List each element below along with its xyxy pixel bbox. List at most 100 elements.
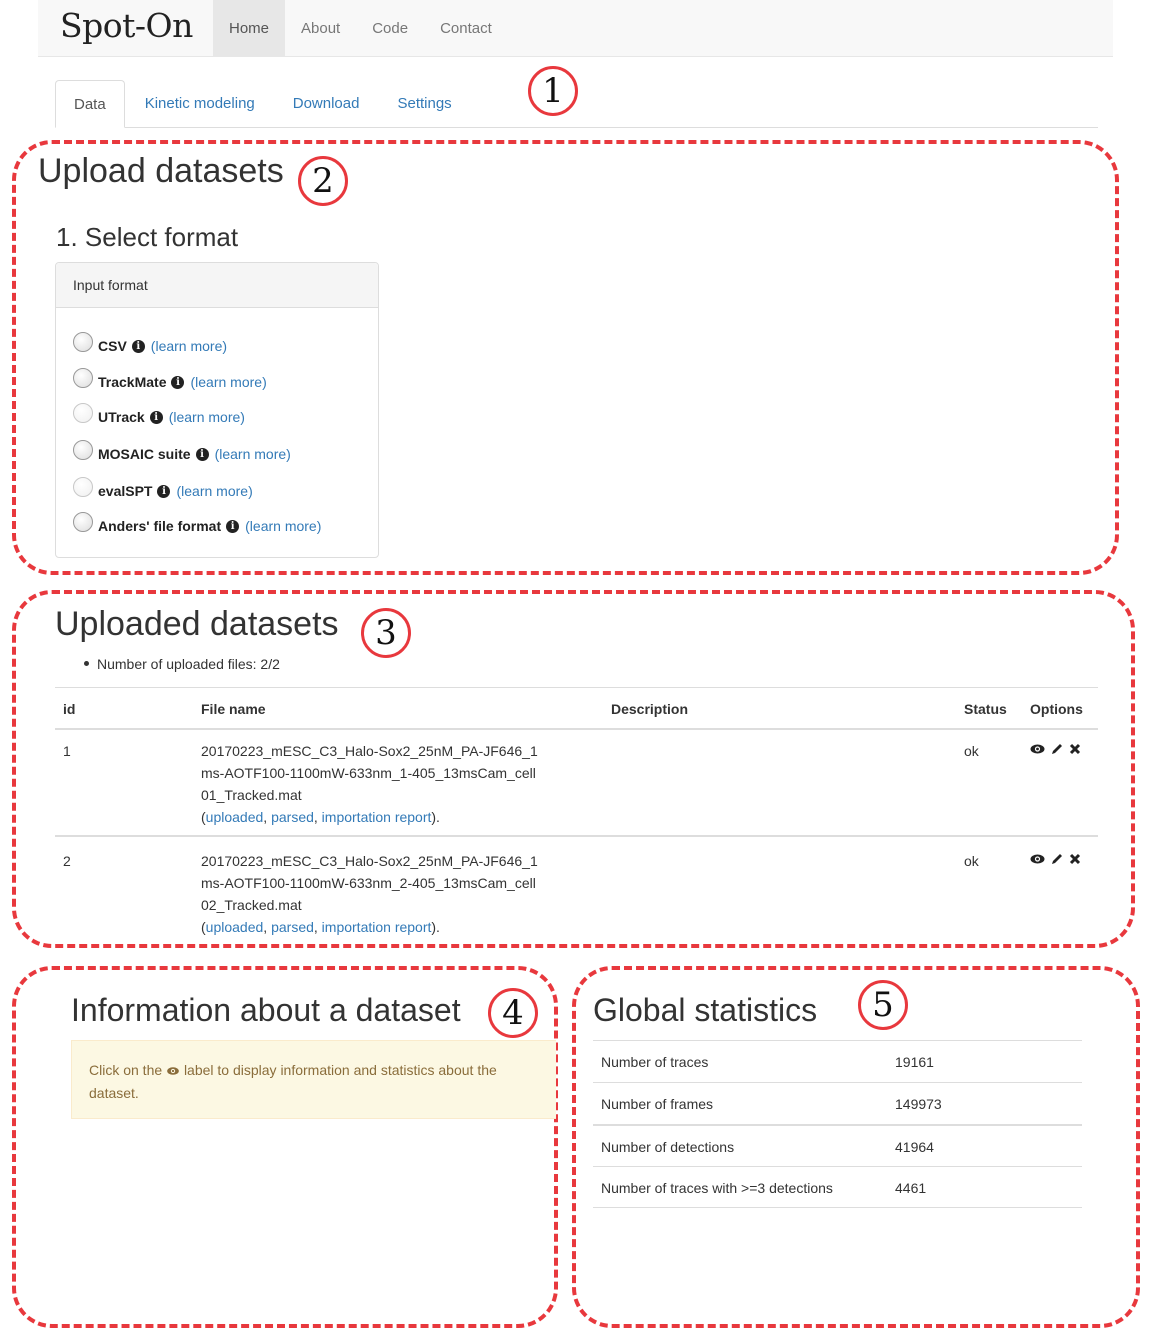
stat-label: Number of frames (601, 1096, 714, 1112)
info-title: Information about a dataset (71, 992, 461, 1028)
pencil-icon[interactable] (1050, 852, 1064, 866)
brand-logo[interactable]: Spot-On (60, 6, 193, 45)
pencil-icon[interactable] (1050, 742, 1064, 756)
paren: ). (431, 919, 440, 935)
sep: , (263, 919, 272, 935)
nav-menu: Home About Code Contact (213, 0, 508, 57)
info-circle-icon: i (149, 410, 163, 424)
sep: , (313, 809, 322, 825)
panel-heading: Input format (56, 263, 378, 308)
learn-more-link[interactable]: (learn more) (190, 374, 266, 390)
learn-more-link[interactable]: (learn more) (151, 338, 227, 354)
importation-report-link[interactable]: importation report (322, 809, 432, 825)
info-circle-icon: i (171, 375, 185, 389)
radio-mosaic[interactable] (73, 440, 93, 460)
col-header-file-name: File name (201, 701, 266, 717)
global-stats-title: Global statistics (593, 992, 818, 1028)
select-format-title: 1. Select format (56, 222, 239, 252)
radio-evalspt[interactable] (73, 477, 93, 497)
info-alert: Click on the label to display informatio… (71, 1040, 556, 1119)
learn-more-link[interactable]: (learn more) (176, 483, 252, 499)
row-1-options (1030, 742, 1081, 756)
bullet-icon (84, 660, 89, 666)
row-1-file-name: 20170223_mESC_C3_Halo-Sox2_25nM_PA-JF646… (201, 740, 541, 828)
col-header-id: id (63, 701, 76, 717)
row-2-status: ok (964, 853, 979, 869)
format-label: MOSAIC suite (98, 446, 191, 462)
annotation-badge-3: 3 (361, 608, 411, 658)
info-circle-icon: i (195, 447, 209, 461)
annotation-badge-1: 1 (528, 66, 578, 116)
radio-anders[interactable] (73, 512, 93, 532)
row-2-id: 2 (63, 853, 71, 869)
annotation-badge-4: 4 (488, 988, 538, 1038)
info-circle-icon: i (226, 519, 240, 533)
stat-label: Number of detections (601, 1139, 735, 1155)
col-header-status: Status (964, 701, 1007, 717)
uploaded-count-text: Number of uploaded files: 2/2 (97, 656, 280, 672)
row-1-id: 1 (63, 743, 71, 759)
stat-label: Number of traces (601, 1054, 709, 1070)
input-format-panel: Input format CSV i (learn more) TrackMat… (55, 262, 379, 558)
format-option-anders[interactable]: Anders' file format i (learn more) (73, 512, 321, 539)
row-2-options (1030, 852, 1081, 866)
table-header-rule (55, 728, 1098, 730)
stat-value: 19161 (895, 1054, 934, 1070)
format-option-evalspt[interactable]: evalSPT i (learn more) (73, 477, 253, 504)
file-name-text: 20170223_mESC_C3_Halo-Sox2_25nM_PA-JF646… (201, 853, 538, 913)
parsed-link[interactable]: parsed (271, 919, 314, 935)
tab-settings[interactable]: Settings (379, 80, 469, 127)
remove-icon[interactable] (1069, 743, 1081, 755)
format-label: CSV (98, 338, 127, 354)
tab-download[interactable]: Download (275, 80, 378, 127)
row-2-file-name: 20170223_mESC_C3_Halo-Sox2_25nM_PA-JF646… (201, 850, 541, 938)
parsed-link[interactable]: parsed (271, 809, 314, 825)
format-label: UTrack (98, 409, 145, 425)
row-1-status: ok (964, 743, 979, 759)
radio-trackmate[interactable] (73, 368, 93, 388)
format-option-csv[interactable]: CSV i (learn more) (73, 332, 227, 359)
eye-icon[interactable] (1030, 853, 1045, 865)
nav-item-home[interactable]: Home (213, 0, 286, 57)
nav-item-about[interactable]: About (285, 0, 356, 57)
table-row: Number of frames 149973 (593, 1082, 1082, 1124)
format-option-utrack[interactable]: UTrack i (learn more) (73, 403, 245, 430)
learn-more-link[interactable]: (learn more) (169, 409, 245, 425)
tab-data[interactable]: Data (55, 80, 125, 128)
brand-text: Spot-On (60, 6, 193, 45)
format-option-trackmate[interactable]: TrackMate i (learn more) (73, 368, 267, 395)
top-navbar: Spot-On Home About Code Contact (38, 0, 1113, 57)
radio-utrack[interactable] (73, 403, 93, 423)
radio-csv[interactable] (73, 332, 93, 352)
importation-report-link[interactable]: importation report (322, 919, 432, 935)
stat-value: 4461 (895, 1180, 927, 1196)
table-row: Number of traces with >=3 detections 446… (593, 1166, 1082, 1208)
nav-item-contact[interactable]: Contact (424, 0, 508, 57)
format-option-mosaic[interactable]: MOSAIC suite i (learn more) (73, 440, 291, 467)
learn-more-link[interactable]: (learn more) (215, 446, 291, 462)
alert-text-before: Click on the (89, 1062, 163, 1078)
col-header-options: Options (1030, 701, 1083, 717)
annotation-badge-5: 5 (858, 980, 908, 1030)
file-name-text: 20170223_mESC_C3_Halo-Sox2_25nM_PA-JF646… (201, 743, 538, 803)
uploaded-title: Uploaded datasets (55, 605, 339, 643)
info-circle-icon: i (131, 339, 145, 353)
learn-more-link[interactable]: (learn more) (245, 518, 321, 534)
eye-icon[interactable] (1030, 743, 1045, 755)
stat-value: 41964 (895, 1139, 934, 1155)
uploaded-count: Number of uploaded files: 2/2 (84, 656, 280, 672)
info-circle-icon: i (157, 484, 171, 498)
paren: ). (431, 809, 440, 825)
uploaded-link[interactable]: uploaded (206, 809, 264, 825)
nav-item-code[interactable]: Code (356, 0, 424, 57)
stat-label: Number of traces with >=3 detections (601, 1180, 833, 1196)
uploaded-link[interactable]: uploaded (206, 919, 264, 935)
table-row-rule (55, 835, 1098, 837)
table-rule (55, 687, 1098, 688)
format-label: evalSPT (98, 483, 153, 499)
tab-kinetic-modeling[interactable]: Kinetic modeling (127, 80, 273, 127)
table-row: Number of traces 19161 (593, 1040, 1082, 1082)
sep: , (313, 919, 322, 935)
annotation-badge-2: 2 (298, 156, 348, 206)
remove-icon[interactable] (1069, 853, 1081, 865)
